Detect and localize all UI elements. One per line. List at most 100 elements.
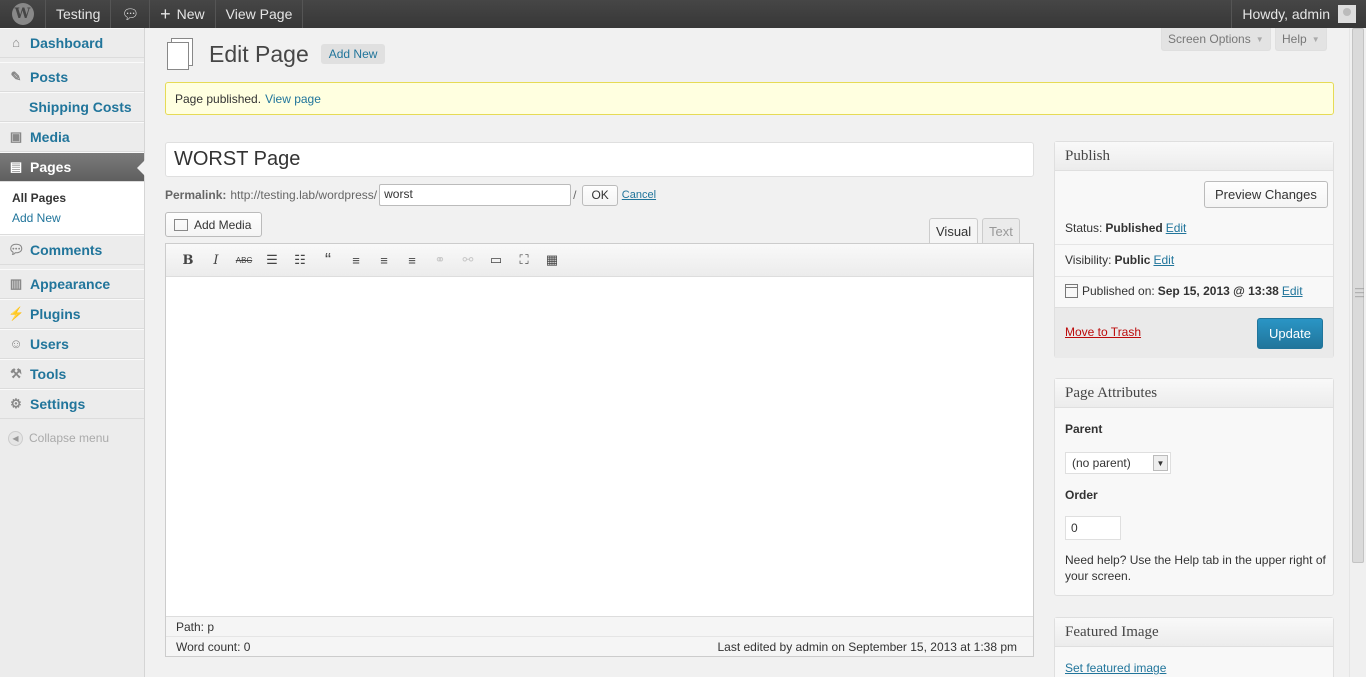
content-editor: B I ABC ☰ ☷ “ ≡ ≡ ≡ ⚭ ⚯ ▭ ⛶ ▦ Path: p Wo… — [165, 243, 1034, 657]
bullet-list-icon[interactable]: ☰ — [258, 249, 286, 271]
sidebar-item-tools[interactable]: ⚒ Tools — [0, 359, 144, 389]
slug-cancel-link[interactable]: Cancel — [622, 189, 656, 201]
editor-content-area[interactable] — [166, 277, 1033, 616]
italic-icon[interactable]: I — [202, 249, 230, 271]
edit-status-link[interactable]: Edit — [1166, 221, 1187, 235]
sidebar-item-posts[interactable]: ✎ Posts — [0, 62, 144, 92]
slug-ok-button[interactable]: OK — [582, 184, 618, 206]
move-to-trash-link[interactable]: Move to Trash — [1065, 325, 1141, 339]
page-attributes-box: Page Attributes Parent (no parent) ▼ Orde… — [1054, 378, 1334, 596]
fullscreen-icon[interactable]: ⛶ — [510, 249, 538, 271]
more-tag-icon[interactable]: ▭ — [482, 249, 510, 271]
published-on-label: Published on: — [1082, 284, 1155, 298]
set-featured-image-link[interactable]: Set featured image — [1065, 661, 1166, 675]
help-button[interactable]: Help ▼ — [1275, 28, 1327, 51]
view-page-notice-link[interactable]: View page — [265, 92, 321, 106]
sidebar-item-label: Shipping Costs — [29, 99, 132, 115]
tab-text[interactable]: Text — [982, 218, 1020, 244]
media-icon — [174, 218, 188, 231]
sidebar-item-comments[interactable]: 💬︎ Comments — [0, 235, 144, 265]
strikethrough-icon[interactable]: ABC — [230, 249, 258, 271]
align-right-icon[interactable]: ≡ — [398, 249, 426, 271]
permalink-row: Permalink: http://testing.lab/wordpress/… — [165, 184, 656, 206]
sidebar-item-users[interactable]: ☺ Users — [0, 329, 144, 359]
account-menu[interactable]: Howdy, admin — [1231, 0, 1366, 28]
align-center-icon[interactable]: ≡ — [370, 249, 398, 271]
title-input[interactable]: WORST Page — [165, 142, 1034, 177]
sidebar-item-media[interactable]: ▣ Media — [0, 122, 144, 152]
visibility-value: Public — [1114, 253, 1151, 267]
sidebar-item-label: Tools — [30, 366, 67, 382]
status-row: Status: Published Edit — [1065, 221, 1325, 235]
publish-box-title[interactable]: Publish — [1055, 142, 1333, 171]
slug-input[interactable]: worst — [379, 184, 572, 206]
sidebar-item-pages[interactable]: ▤ Pages — [0, 152, 145, 182]
screen-options-label: Screen Options — [1168, 32, 1251, 46]
word-count: Word count: 0 — [176, 640, 251, 654]
sidebar-item-label: Pages — [30, 159, 72, 175]
editor-status-bar: Word count: 0 Last edited by admin on Se… — [166, 636, 1033, 656]
dashboard-icon: ⌂ — [12, 35, 20, 50]
status-label: Status: — [1065, 221, 1103, 235]
unlink-icon[interactable]: ⚯ — [454, 249, 482, 271]
wordpress-logo-icon[interactable]: W — [0, 0, 46, 28]
sidebar-item-dashboard[interactable]: ⌂ Dashboard — [0, 28, 144, 58]
screen-options-button[interactable]: Screen Options ▼ — [1161, 28, 1271, 51]
order-input[interactable]: 0 — [1065, 516, 1121, 540]
parent-select[interactable]: (no parent) ▼ — [1065, 452, 1171, 474]
permalink-label: Permalink: — [165, 188, 227, 202]
page-scrollbar[interactable]: — — — — [1349, 28, 1366, 677]
view-page-link[interactable]: View Page — [216, 0, 304, 28]
align-left-icon[interactable]: ≡ — [342, 249, 370, 271]
published-on-value: Sep 15, 2013 @ 13:38 — [1157, 284, 1279, 298]
pages-submenu: All Pages Add New — [0, 182, 144, 235]
numbered-list-icon[interactable]: ☷ — [286, 249, 314, 271]
preview-changes-button[interactable]: Preview Changes — [1204, 181, 1328, 208]
collapse-menu-button[interactable]: ◀ Collapse menu — [0, 423, 144, 453]
link-icon[interactable]: ⚭ — [426, 249, 454, 271]
parent-label: Parent — [1065, 422, 1103, 436]
comments-icon[interactable]: 💬︎ — [111, 0, 151, 28]
page-attributes-title[interactable]: Page Attributes — [1055, 379, 1333, 408]
bold-icon[interactable]: B — [174, 249, 202, 271]
edit-page-icon — [165, 38, 197, 70]
new-label: New — [176, 6, 205, 22]
order-label: Order — [1065, 488, 1098, 502]
chevron-down-icon: ▼ — [1255, 34, 1264, 44]
site-name-link[interactable]: Testing — [46, 0, 112, 28]
published-notice: Page published. View page — [165, 82, 1334, 115]
kitchen-sink-icon[interactable]: ▦ — [538, 249, 566, 271]
sidebar-item-appearance[interactable]: ▥ Appearance — [0, 269, 144, 299]
submenu-add-new[interactable]: Add New — [0, 208, 144, 228]
pin-icon: ✎ — [10, 69, 22, 84]
sidebar-item-shipping-costs[interactable]: Shipping Costs — [0, 92, 144, 122]
plus-icon: + — [160, 3, 171, 24]
visibility-label: Visibility: — [1065, 253, 1112, 267]
comment-icon: 💬︎ — [8, 242, 25, 257]
publish-box: Publish Preview Changes Status: Published… — [1054, 141, 1334, 358]
avatar — [1338, 5, 1356, 23]
add-new-page-button[interactable]: Add New — [320, 44, 386, 64]
update-button[interactable]: Update — [1257, 318, 1323, 349]
featured-image-title[interactable]: Featured Image — [1055, 618, 1333, 647]
blockquote-icon[interactable]: “ — [314, 249, 342, 271]
tab-visual[interactable]: Visual — [929, 218, 979, 244]
edit-date-link[interactable]: Edit — [1282, 284, 1303, 298]
sidebar-item-label: Users — [30, 336, 69, 352]
page-title: Edit Page — [209, 40, 309, 67]
published-on-row: Published on: Sep 15, 2013 @ 13:38 Edit — [1065, 284, 1325, 298]
edit-visibility-link[interactable]: Edit — [1153, 253, 1174, 267]
visibility-row: Visibility: Public Edit — [1065, 253, 1325, 267]
new-content-button[interactable]: + New — [150, 0, 216, 28]
notice-text: Page published. — [175, 91, 262, 106]
submenu-all-pages[interactable]: All Pages — [0, 188, 144, 208]
permalink-base: http://testing.lab/wordpress/ — [230, 188, 378, 202]
settings-icon: ⚙ — [10, 396, 22, 411]
sidebar-item-settings[interactable]: ⚙ Settings — [0, 389, 144, 419]
sidebar-item-plugins[interactable]: ⚡ Plugins — [0, 299, 144, 329]
pages-icon: ▤ — [9, 159, 23, 174]
add-media-button[interactable]: Add Media — [165, 212, 263, 237]
media-icon: ▣ — [9, 129, 23, 144]
admin-sidebar: ⌂ Dashboard ✎ Posts Shipping Costs ▣ Media … — [0, 28, 145, 677]
howdy-label: Howdy, admin — [1242, 6, 1330, 22]
